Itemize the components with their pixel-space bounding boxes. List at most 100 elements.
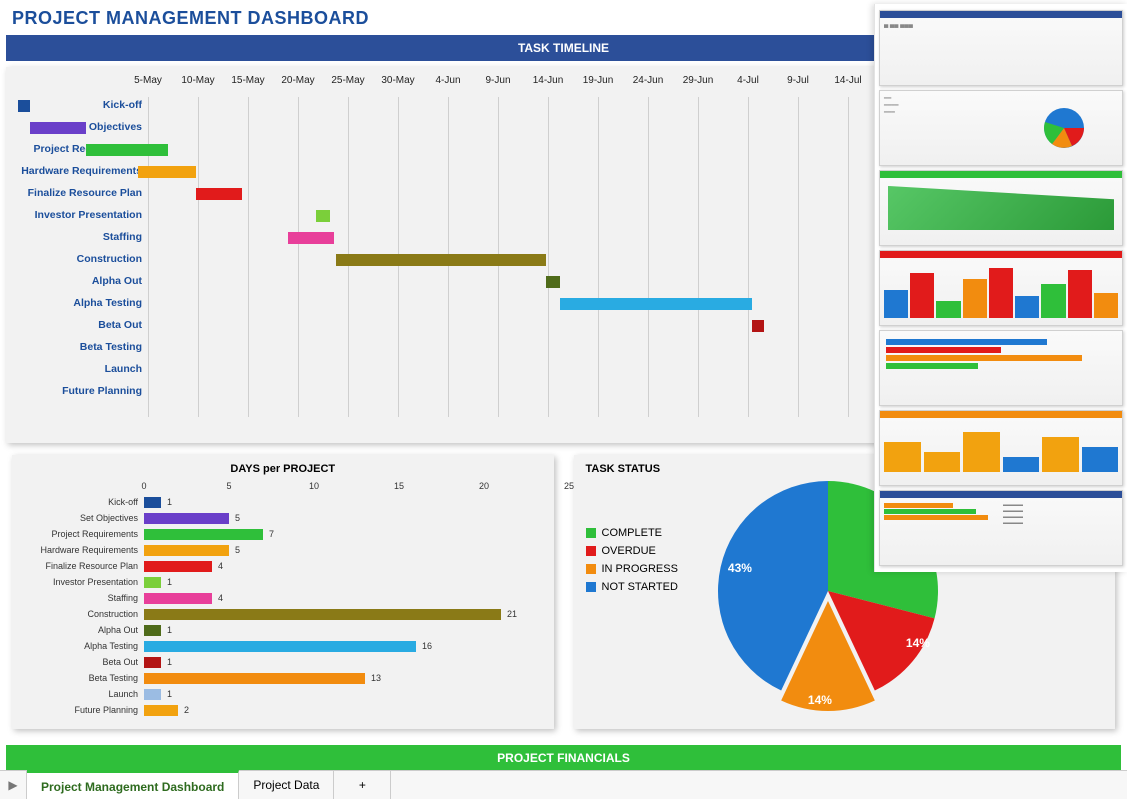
legend-item: NOT STARTED (586, 581, 678, 593)
thumbnail[interactable] (879, 330, 1123, 406)
pie-label-overdue: 14% (906, 636, 930, 650)
days-row: Finalize Resource Plan4 (144, 559, 542, 575)
gantt-bar (336, 254, 546, 266)
financials-banner: PROJECT FINANCIALS (6, 745, 1121, 771)
gantt-task-label: Beta Out (18, 319, 142, 331)
days-value-label: 2 (184, 705, 189, 715)
gantt-date-label: 10-May (181, 75, 214, 86)
gantt-date-label: 14-Jun (533, 75, 564, 86)
days-value-label: 21 (507, 609, 517, 619)
gantt-bar (316, 210, 330, 222)
thumbnail[interactable] (879, 250, 1123, 326)
legend-label: COMPLETE (602, 527, 663, 539)
thumbnail[interactable] (879, 170, 1123, 246)
days-axis-tick: 0 (141, 481, 146, 491)
days-row: Set Objectives5 (144, 511, 542, 527)
gantt-bar (196, 188, 242, 200)
thumbnail[interactable]: ▬▬▬▬▬▬▬▬▬▬▬▬▬▬▬▬ (879, 490, 1123, 566)
gantt-date-label: 24-Jun (633, 75, 664, 86)
days-row: Beta Out1 (144, 655, 542, 671)
days-row: Future Planning2 (144, 703, 542, 719)
days-task-label: Construction (24, 609, 138, 619)
days-value-label: 4 (218, 561, 223, 571)
days-value-label: 5 (235, 513, 240, 523)
gantt-date-label: 5-May (134, 75, 162, 86)
days-bar (144, 513, 229, 524)
sheet-tabs-bar: ▶ Project Management Dashboard Project D… (0, 770, 1127, 799)
tab-active[interactable]: Project Management Dashboard (27, 770, 239, 799)
days-axis-tick: 5 (226, 481, 231, 491)
gantt-date-label: 15-May (231, 75, 264, 86)
days-value-label: 1 (167, 657, 172, 667)
days-value-label: 4 (218, 593, 223, 603)
days-value-label: 13 (371, 673, 381, 683)
days-value-label: 1 (167, 577, 172, 587)
gantt-date-label: 9-Jun (485, 75, 510, 86)
gantt-task-label: Kick-off (18, 99, 142, 111)
gantt-date-label: 19-Jun (583, 75, 614, 86)
days-bar (144, 593, 212, 604)
gantt-bar (86, 144, 168, 156)
days-task-label: Alpha Out (24, 625, 138, 635)
legend-item: IN PROGRESS (586, 563, 678, 575)
gantt-task-label: Future Planning (18, 385, 142, 397)
legend-swatch (586, 528, 596, 538)
days-bar (144, 705, 178, 716)
days-chart-title: DAYS per PROJECT (24, 463, 542, 475)
days-bar (144, 657, 161, 668)
gantt-date-label: 14-Jul (834, 75, 861, 86)
gantt-task-label: Beta Testing (18, 341, 142, 353)
days-row: Kick-off1 (144, 495, 542, 511)
gantt-bar (18, 100, 30, 112)
days-x-axis: 0510152025 (144, 481, 542, 495)
days-task-label: Finalize Resource Plan (24, 561, 138, 571)
legend-swatch (586, 546, 596, 556)
days-row: Staffing4 (144, 591, 542, 607)
gantt-date-label: 4-Jul (737, 75, 759, 86)
legend-swatch (586, 582, 596, 592)
tab-project-data[interactable]: Project Data (239, 771, 334, 799)
days-bar (144, 561, 212, 572)
gantt-task-label: Staffing (18, 231, 142, 243)
days-task-label: Beta Out (24, 657, 138, 667)
gantt-date-label: 29-Jun (683, 75, 714, 86)
days-task-label: Project Requirements (24, 529, 138, 539)
thumbnail[interactable]: ▄ ▄▄ ▄▄▄ (879, 10, 1123, 86)
days-axis-tick: 20 (479, 481, 489, 491)
pie-label-notstarted: 43% (728, 561, 752, 575)
days-bar (144, 609, 501, 620)
days-axis-tick: 15 (394, 481, 404, 491)
days-task-label: Hardware Requirements (24, 545, 138, 555)
thumbnail[interactable] (879, 410, 1123, 486)
days-task-label: Staffing (24, 593, 138, 603)
gantt-task-label: Alpha Out (18, 275, 142, 287)
legend-item: OVERDUE (586, 545, 678, 557)
days-bar (144, 545, 229, 556)
days-bar (144, 577, 161, 588)
tab-nav-play-icon[interactable]: ▶ (0, 771, 27, 799)
pie-label-inprogress: 14% (808, 693, 832, 707)
days-bar (144, 497, 161, 508)
gantt-task-label: Hardware Requirements (18, 165, 142, 177)
gantt-date-label: 20-May (281, 75, 314, 86)
legend-item: COMPLETE (586, 527, 678, 539)
days-value-label: 7 (269, 529, 274, 539)
days-row: Launch1 (144, 687, 542, 703)
legend-label: OVERDUE (602, 545, 656, 557)
days-value-label: 16 (422, 641, 432, 651)
days-value-label: 1 (167, 625, 172, 635)
days-row: Construction21 (144, 607, 542, 623)
days-bar (144, 625, 161, 636)
days-task-label: Set Objectives (24, 513, 138, 523)
days-value-label: 1 (167, 689, 172, 699)
days-row: Project Requirements7 (144, 527, 542, 543)
gantt-date-label: 25-May (331, 75, 364, 86)
gantt-task-label: Finalize Resource Plan (18, 187, 142, 199)
days-bar (144, 689, 161, 700)
status-legend: COMPLETE OVERDUE IN PROGRESS NOT STARTED (586, 521, 678, 599)
days-row: Investor Presentation1 (144, 575, 542, 591)
tab-add-button[interactable]: + (334, 771, 391, 799)
days-task-label: Kick-off (24, 497, 138, 507)
thumbnail[interactable]: ━━━━━━━━━ (879, 90, 1123, 166)
days-bar (144, 673, 365, 684)
